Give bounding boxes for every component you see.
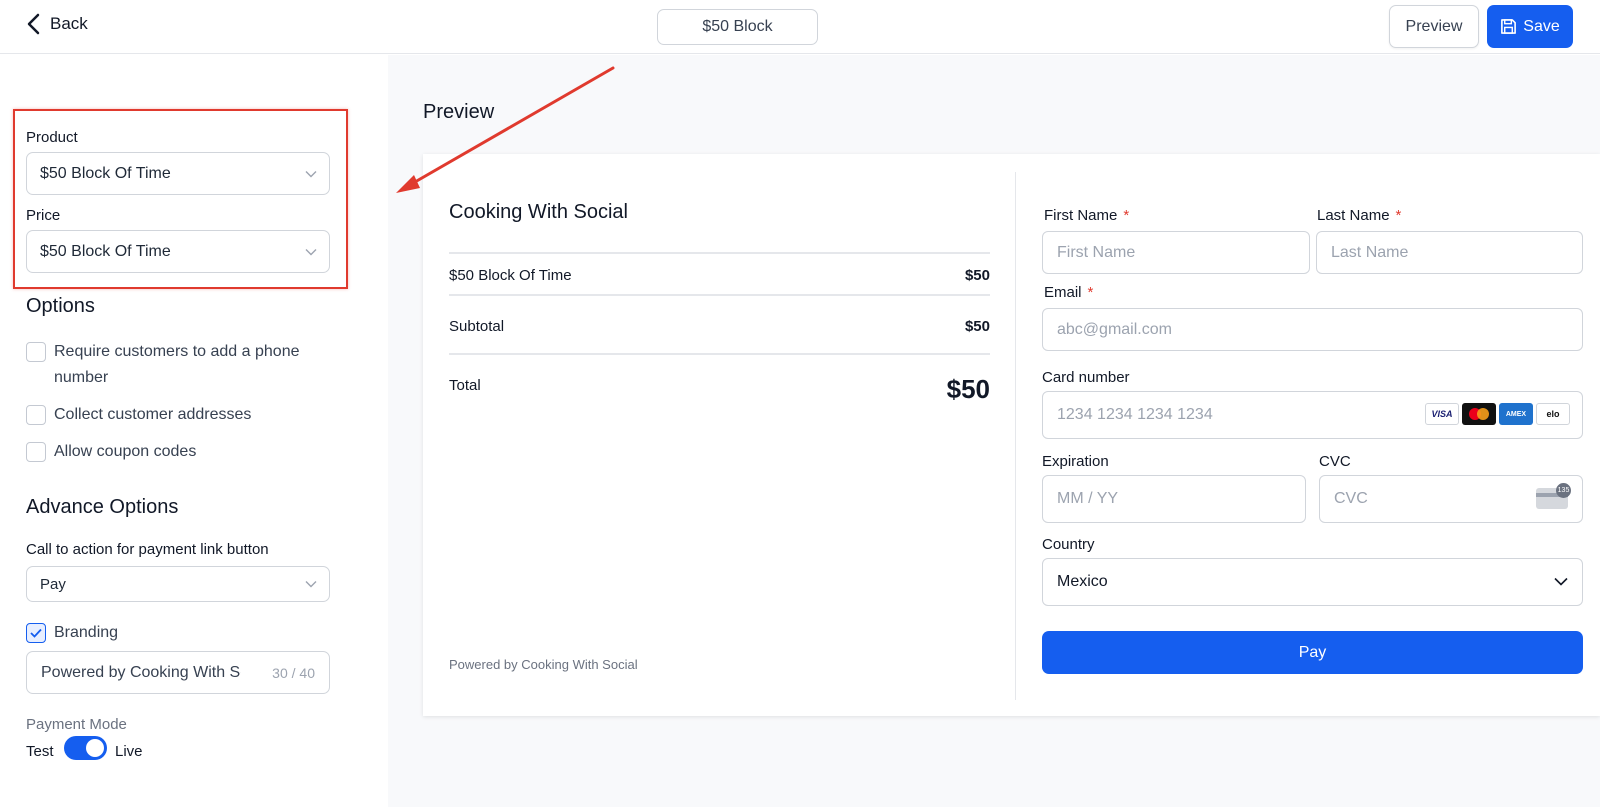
options-title: Options bbox=[26, 295, 95, 317]
card-number-label: Card number bbox=[1042, 369, 1130, 386]
top-bar: Back $50 Block Preview Save bbox=[0, 0, 1600, 54]
email-label: Email * bbox=[1044, 284, 1094, 301]
expiration-input[interactable]: MM / YY bbox=[1042, 475, 1306, 523]
visa-icon: VISA bbox=[1425, 403, 1459, 425]
back-label: Back bbox=[50, 14, 88, 33]
preview-title: Preview bbox=[423, 101, 495, 123]
powered-by-text: Powered by Cooking With Social bbox=[449, 657, 638, 672]
last-name-label: Last Name * bbox=[1317, 207, 1402, 224]
back-button[interactable]: Back bbox=[26, 12, 88, 36]
total-label: Total bbox=[449, 377, 481, 394]
line-item-price: $50 bbox=[964, 267, 990, 284]
branding-text-input[interactable]: Powered by Cooking With Social 30 / 40 bbox=[26, 651, 330, 694]
divider bbox=[449, 294, 990, 296]
payment-mode-label: Payment Mode bbox=[26, 716, 127, 733]
chevron-down-icon bbox=[305, 170, 317, 177]
line-item-name: $50 Block Of Time bbox=[449, 267, 572, 284]
country-value: Mexico bbox=[1057, 573, 1108, 590]
branding-label: Branding bbox=[54, 624, 119, 641]
option-coupon-checkbox[interactable] bbox=[26, 442, 46, 462]
country-label: Country bbox=[1042, 536, 1095, 553]
country-select[interactable]: Mexico bbox=[1042, 558, 1583, 606]
option-address-checkbox[interactable] bbox=[26, 405, 46, 425]
cvc-label: CVC bbox=[1319, 453, 1351, 470]
card-number-input[interactable]: 1234 1234 1234 1234 VISA AMEX elo bbox=[1042, 391, 1583, 439]
cta-select[interactable]: Pay bbox=[26, 566, 330, 602]
save-label: Save bbox=[1523, 17, 1560, 35]
option-address-label: Collect customer addresses bbox=[54, 406, 252, 423]
branding-checkbox[interactable] bbox=[26, 623, 46, 643]
link-title-input[interactable]: $50 Block bbox=[657, 9, 818, 45]
cvc-input[interactable]: CVC 135 bbox=[1319, 475, 1583, 523]
elo-icon: elo bbox=[1536, 403, 1570, 425]
preview-button[interactable]: Preview bbox=[1389, 5, 1479, 48]
mastercard-icon bbox=[1462, 403, 1496, 425]
pay-button[interactable]: Pay bbox=[1042, 631, 1583, 674]
check-icon bbox=[30, 628, 42, 638]
cta-value: Pay bbox=[40, 575, 66, 593]
chevron-down-icon bbox=[305, 248, 317, 255]
first-name-label: First Name * bbox=[1044, 207, 1130, 224]
product-select[interactable]: $50 Block Of Time bbox=[26, 152, 330, 195]
chevron-down-icon bbox=[1554, 577, 1568, 586]
last-name-input[interactable]: Last Name bbox=[1316, 231, 1583, 274]
branding-text-value: Powered by Cooking With Social bbox=[41, 663, 241, 681]
subtotal-value: $50 bbox=[964, 318, 990, 335]
chevron-left-icon bbox=[27, 13, 40, 35]
chevron-down-icon bbox=[305, 581, 317, 588]
card-number-placeholder: 1234 1234 1234 1234 bbox=[1057, 406, 1213, 423]
save-icon bbox=[1501, 19, 1517, 34]
cvc-placeholder: CVC bbox=[1334, 490, 1368, 507]
save-button[interactable]: Save bbox=[1487, 5, 1573, 48]
payment-mode-toggle[interactable] bbox=[64, 736, 107, 760]
option-phone-label: Require customers to add a phone bbox=[54, 343, 300, 360]
card-divider bbox=[1015, 172, 1016, 700]
product-label: Product bbox=[26, 129, 78, 146]
advance-options-title: Advance Options bbox=[26, 496, 179, 518]
option-phone-checkbox[interactable] bbox=[26, 342, 46, 362]
branding-char-count: 30 / 40 bbox=[272, 664, 315, 681]
total-value: $50 bbox=[946, 374, 990, 404]
mode-test-label: Test bbox=[26, 743, 54, 760]
subtotal-label: Subtotal bbox=[449, 318, 505, 335]
price-select[interactable]: $50 Block Of Time bbox=[26, 230, 330, 273]
divider bbox=[449, 353, 990, 355]
shop-name: Cooking With Social bbox=[449, 201, 628, 223]
email-input[interactable]: abc@gmail.com bbox=[1042, 308, 1583, 351]
mode-live-label: Live bbox=[115, 743, 143, 760]
expiration-label: Expiration bbox=[1042, 453, 1109, 470]
amex-icon: AMEX bbox=[1499, 403, 1533, 425]
product-value: $50 Block Of Time bbox=[40, 164, 171, 182]
price-label: Price bbox=[26, 207, 61, 224]
option-phone-label-line2: number bbox=[54, 369, 109, 386]
cvc-card-icon: 135 bbox=[1536, 483, 1571, 509]
divider bbox=[449, 252, 990, 254]
first-name-input[interactable]: First Name bbox=[1042, 231, 1310, 274]
cta-label: Call to action for payment link button bbox=[26, 541, 269, 558]
price-value: $50 Block Of Time bbox=[40, 242, 171, 260]
option-coupon-label: Allow coupon codes bbox=[54, 443, 197, 460]
card-brand-icons: VISA AMEX elo bbox=[1425, 403, 1570, 425]
